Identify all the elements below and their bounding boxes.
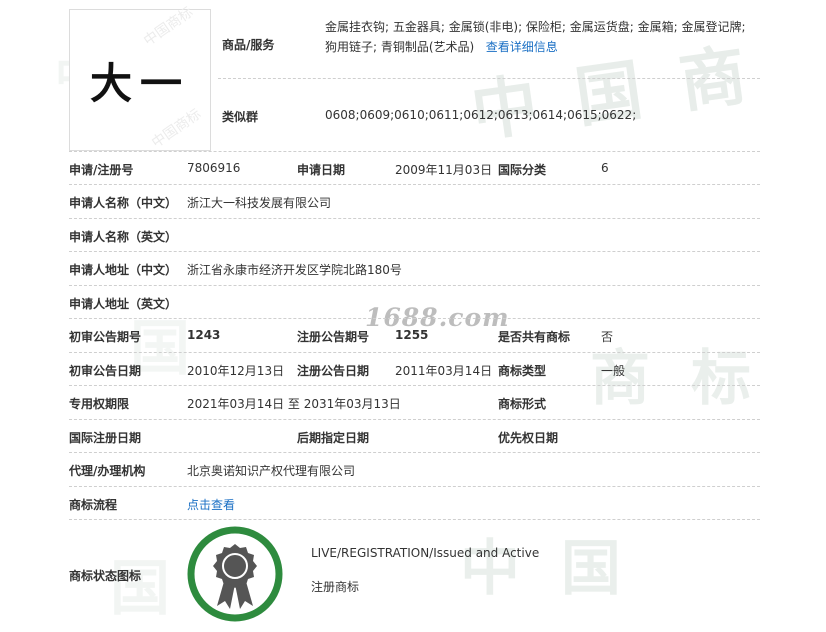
address-cn-label: 申请人地址（中文） [69, 263, 178, 277]
divider [69, 318, 760, 319]
flow-label: 商标流程 [69, 498, 118, 512]
exclusive-label: 专用权期限 [69, 397, 130, 411]
address-en-label: 申请人地址（英文） [69, 297, 178, 311]
prelim-date-label: 初审公告日期 [69, 364, 142, 378]
tm-form-label: 商标形式 [498, 397, 547, 411]
divider [69, 352, 760, 353]
divider [69, 519, 760, 520]
status-cn-value: 注册商标 [311, 580, 360, 594]
shared-value: 否 [601, 330, 614, 344]
shared-label: 是否共有商标 [498, 330, 571, 344]
logo-watermark: 中国商标 [141, 4, 197, 50]
applicant-cn-label: 申请人名称（中文） [69, 196, 178, 210]
goods-value: 金属挂衣钩; 五金器具; 金属锁(非电); 保险柜; 金属运货盘; 金属箱; 金… [325, 17, 757, 57]
divider [69, 419, 760, 420]
divider [69, 486, 760, 487]
status-icon-label: 商标状态图标 [69, 569, 142, 583]
reg-pub-date-value: 2011年03月14日 [395, 364, 493, 378]
divider [69, 285, 760, 286]
divider [69, 184, 760, 185]
apply-date-value: 2009年11月03日 [395, 163, 493, 177]
trademark-image: 中国商标 中国商标 大一 [69, 4, 211, 152]
divider [69, 218, 760, 219]
tm-type-value: 一般 [601, 364, 626, 378]
applicant-en-label: 申请人名称（英文） [69, 230, 178, 244]
agent-value: 北京奥诺知识产权代理有限公司 [187, 464, 356, 478]
registered-seal-icon [187, 526, 283, 622]
divider [69, 385, 760, 386]
address-cn-value: 浙江省永康市经济开发区学院北路180号 [187, 263, 402, 277]
prelim-date-value: 2010年12月13日 [187, 364, 285, 378]
applicant-cn-value: 浙江大一科技发展有限公司 [187, 196, 332, 210]
goods-detail-link[interactable]: 查看详细信息 [486, 40, 558, 54]
prelim-no-value: 1243 [187, 328, 221, 342]
prelim-no-label: 初审公告期号 [69, 330, 142, 344]
later-date-label: 后期指定日期 [297, 431, 370, 445]
divider [69, 452, 760, 453]
flow-link[interactable]: 点击查看 [187, 496, 235, 513]
apply-date-label: 申请日期 [297, 163, 346, 177]
intl-reg-date-label: 国际注册日期 [69, 431, 142, 445]
registered-seal-svg [187, 526, 283, 622]
similar-group-label: 类似群 [222, 110, 259, 124]
priority-date-label: 优先权日期 [498, 431, 559, 445]
logo-watermark: 中国商标 [149, 106, 205, 152]
agent-label: 代理/办理机构 [69, 464, 146, 478]
divider [218, 78, 760, 79]
status-en-value: LIVE/REGISTRATION/Issued and Active [311, 546, 540, 560]
reg-no-value: 7806916 [187, 161, 241, 175]
exclusive-value: 2021年03月14日 至 2031年03月13日 [187, 397, 401, 411]
reg-pub-no-label: 注册公告期号 [297, 330, 370, 344]
watermark-glyph: 中 国 [460, 534, 631, 604]
intl-class-value: 6 [601, 161, 609, 175]
reg-pub-no-value: 1255 [395, 328, 429, 342]
tm-type-label: 商标类型 [498, 364, 547, 378]
goods-label: 商品/服务 [222, 38, 275, 52]
divider [69, 151, 760, 152]
reg-no-label: 申请/注册号 [69, 163, 134, 177]
similar-group-value: 0608;0609;0610;0611;0612;0613;0614;0615;… [325, 108, 637, 122]
trademark-logo-text: 大一 [89, 58, 190, 108]
divider [69, 251, 760, 252]
reg-pub-date-label: 注册公告日期 [297, 364, 370, 378]
intl-class-label: 国际分类 [498, 163, 547, 177]
